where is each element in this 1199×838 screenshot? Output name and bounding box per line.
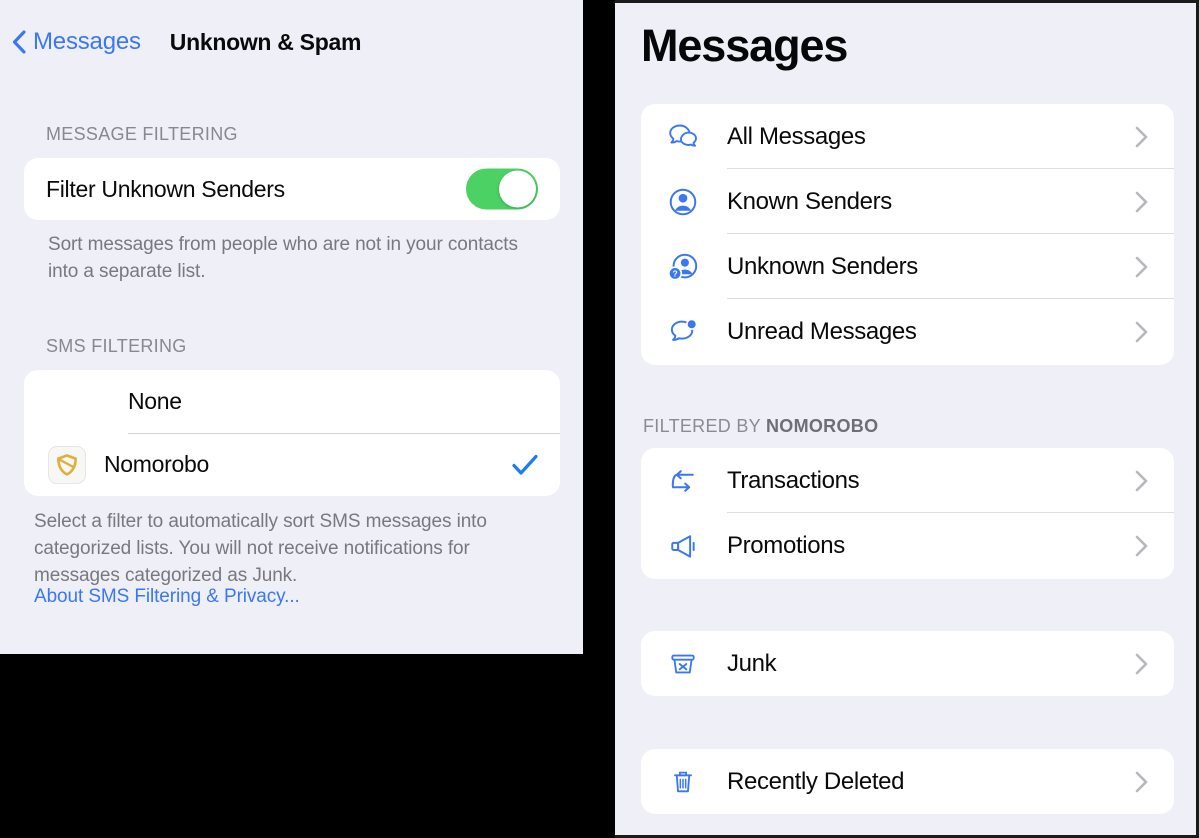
messages-filters-pane: Messages All Messages Known Senders ? Un… — [615, 0, 1199, 838]
messages-filter-group-3: Junk — [641, 631, 1174, 696]
bubble-badge-icon — [665, 314, 701, 350]
sms-filtering-footnote: Select a filter to automatically sort SM… — [34, 511, 487, 586]
messages-filter-group-1: All Messages Known Senders ? Unknown Sen… — [641, 104, 1174, 365]
navigation-bar: Messages Unknown & Spam — [0, 20, 583, 64]
back-button-label: Messages — [33, 28, 141, 55]
messages-filter-group-4: Recently Deleted — [641, 749, 1174, 814]
row-recently-deleted[interactable]: Recently Deleted — [641, 749, 1174, 814]
sms-filtering-section-header: SMS FILTERING — [46, 336, 187, 356]
person-question-mark-icon: ? — [665, 249, 701, 285]
sms-filtering-card: None Nomorobo — [24, 370, 560, 496]
chevron-right-icon — [1135, 191, 1148, 212]
bin-x-icon — [665, 646, 701, 682]
row-junk[interactable]: Junk — [641, 631, 1174, 696]
row-promotions[interactable]: Promotions — [641, 513, 1174, 578]
row-recently-deleted-label: Recently Deleted — [727, 767, 905, 795]
row-unknown-senders[interactable]: ? Unknown Senders — [641, 234, 1174, 299]
chevron-right-icon — [1135, 321, 1148, 342]
messages-filter-group-2: Transactions Promotions — [641, 448, 1174, 579]
chevron-right-icon — [1135, 535, 1148, 556]
filtered-by-prefix: FILTERED BY — [643, 416, 766, 436]
chevron-left-icon — [12, 30, 26, 54]
svg-text:?: ? — [672, 268, 677, 278]
row-unknown-senders-label: Unknown Senders — [727, 252, 918, 280]
toggle-knob — [499, 170, 536, 208]
row-unread-messages-label: Unread Messages — [727, 317, 917, 345]
sms-filter-option-none[interactable]: None — [24, 370, 560, 433]
checkmark-icon — [512, 454, 538, 475]
screenshot-root: Messages Unknown & Spam MESSAGE FILTERIN… — [0, 0, 1199, 838]
row-all-messages-label: All Messages — [727, 122, 866, 150]
person-circle-icon — [665, 184, 701, 220]
chevron-right-icon — [1135, 126, 1148, 147]
message-filtering-card: Filter Unknown Senders — [24, 158, 560, 220]
row-known-senders[interactable]: Known Senders — [641, 169, 1174, 234]
filtered-by-nomorobo-header: FILTERED BY NOMOROBO — [643, 416, 878, 437]
megaphone-icon — [665, 528, 701, 564]
messages-title: Messages — [641, 20, 848, 71]
chevron-right-icon — [1135, 470, 1148, 491]
chevron-right-icon — [1135, 653, 1148, 674]
two-speech-bubbles-icon — [665, 119, 701, 155]
page-title: Unknown & Spam — [169, 28, 362, 55]
sms-filter-nomorobo-label: Nomorobo — [104, 451, 209, 477]
row-junk-label: Junk — [727, 649, 777, 677]
about-sms-filtering-privacy-link[interactable]: About SMS Filtering & Privacy... — [34, 583, 550, 610]
filtered-by-provider: NOMOROBO — [765, 416, 879, 436]
message-filtering-section-header: MESSAGE FILTERING — [46, 124, 238, 144]
row-transactions[interactable]: Transactions — [641, 448, 1174, 513]
message-filtering-footnote: Sort messages from people who are not in… — [48, 234, 518, 282]
sms-filter-option-nomorobo[interactable]: Nomorobo — [24, 433, 560, 496]
trash-icon — [665, 764, 701, 800]
chevron-right-icon — [1135, 256, 1148, 277]
back-to-messages-button[interactable]: Messages — [12, 28, 141, 56]
row-known-senders-label: Known Senders — [727, 187, 892, 215]
row-transactions-label: Transactions — [727, 466, 860, 494]
row-promotions-label: Promotions — [727, 531, 845, 559]
chevron-right-icon — [1135, 771, 1148, 792]
arrow-exchange-icon — [665, 463, 701, 499]
filter-unknown-senders-row[interactable]: Filter Unknown Senders — [24, 158, 560, 220]
filter-unknown-senders-label: Filter Unknown Senders — [46, 175, 285, 202]
row-unread-messages[interactable]: Unread Messages — [641, 299, 1174, 364]
nomorobo-shield-icon — [48, 445, 86, 484]
filter-unknown-senders-toggle[interactable] — [466, 168, 538, 210]
row-all-messages[interactable]: All Messages — [641, 104, 1174, 169]
unknown-and-spam-settings-pane: Messages Unknown & Spam MESSAGE FILTERIN… — [0, 0, 583, 654]
sms-filter-none-label: None — [128, 388, 182, 414]
